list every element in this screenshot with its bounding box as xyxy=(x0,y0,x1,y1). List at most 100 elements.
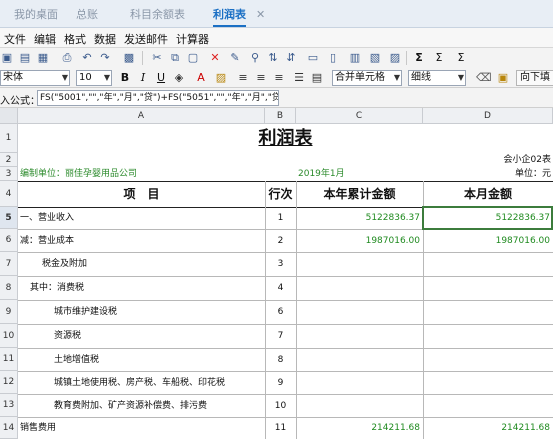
menu-edit[interactable]: 编辑 xyxy=(34,31,56,47)
tab-desktop[interactable]: 我的桌面 xyxy=(14,5,58,27)
sum-row-icon[interactable]: Σ xyxy=(454,51,468,65)
line-cell[interactable]: 11 xyxy=(265,418,296,439)
item-cell[interactable]: 销售费用 xyxy=(20,418,260,439)
tab-income-statement[interactable]: 利润表 xyxy=(213,5,246,27)
tab-account-balance[interactable]: 科目余额表 xyxy=(130,5,185,27)
month-cell[interactable] xyxy=(423,325,550,348)
item-cell[interactable]: 城镇土地使用税、房产税、车船税、印花税 xyxy=(54,372,264,394)
wrap-icon[interactable]: ▤ xyxy=(310,71,324,85)
menu-calculator[interactable]: 计算器 xyxy=(176,31,209,47)
save-icon[interactable]: ▣ xyxy=(0,51,14,65)
paste-icon[interactable]: ▢ xyxy=(186,51,200,65)
row-header-11[interactable]: 11 xyxy=(0,348,18,371)
ytd-cell[interactable] xyxy=(296,277,420,300)
sort-descending-icon[interactable]: ⇵ xyxy=(284,51,298,65)
row-header-2[interactable]: 2 xyxy=(0,153,18,167)
formula-input[interactable]: FS("5001","","年","月","贷")+FS("5051","","… xyxy=(37,90,279,106)
grid-icon[interactable]: ▩ xyxy=(122,51,136,65)
eraser-icon[interactable]: ⌫ xyxy=(476,71,492,85)
item-cell[interactable]: 教育费附加、矿产资源补偿费、排污费 xyxy=(54,395,264,417)
month-cell[interactable] xyxy=(423,395,550,417)
ytd-cell[interactable] xyxy=(296,349,420,371)
close-tab-icon[interactable]: ✕ xyxy=(256,5,265,25)
ytd-cell[interactable] xyxy=(296,395,420,417)
align-left-icon[interactable]: ≡ xyxy=(236,71,250,85)
find-icon[interactable]: ⚲ xyxy=(248,51,262,65)
bold-button[interactable]: B xyxy=(118,71,132,85)
row-header-10[interactable]: 10 xyxy=(0,324,18,348)
lock-icon[interactable]: ▣ xyxy=(496,71,510,85)
row-header-13[interactable]: 13 xyxy=(0,394,18,417)
month-cell[interactable] xyxy=(423,277,550,300)
ytd-cell[interactable] xyxy=(296,372,420,394)
ytd-cell[interactable] xyxy=(296,301,420,324)
month-cell[interactable] xyxy=(423,349,550,371)
ytd-cell[interactable]: 214211.68 xyxy=(296,418,420,439)
menu-data[interactable]: 数据 xyxy=(94,31,116,47)
font-size-select[interactable]: 10 ▼ xyxy=(76,70,112,86)
row-header-12[interactable]: 12 xyxy=(0,371,18,394)
line-cell[interactable]: 10 xyxy=(265,395,296,417)
merge-cells-select[interactable]: 合并单元格 ▼ xyxy=(332,70,402,86)
ytd-cell[interactable] xyxy=(296,253,420,276)
column-header-b[interactable]: B xyxy=(265,108,296,124)
preview-icon[interactable]: ▦ xyxy=(36,51,50,65)
fill-down-button[interactable]: 向下填 xyxy=(516,70,553,86)
ytd-cell[interactable] xyxy=(296,325,420,348)
delete-icon[interactable]: ✕ xyxy=(208,51,222,65)
column-header-c[interactable]: C xyxy=(296,108,423,124)
item-cell[interactable]: 减：营业成本 xyxy=(20,230,260,252)
highlight-icon[interactable]: ▨ xyxy=(214,71,228,85)
item-cell[interactable]: 一、营业收入 xyxy=(20,208,260,229)
row-header-1[interactable]: 1 xyxy=(0,124,18,153)
copy-icon[interactable]: ⧉ xyxy=(168,51,182,65)
font-name-select[interactable]: 宋体 ▼ xyxy=(0,70,70,86)
month-cell[interactable] xyxy=(423,301,550,324)
column-header-d[interactable]: D xyxy=(423,108,553,124)
select-all-corner[interactable] xyxy=(0,108,18,124)
row-header-5[interactable]: 5 xyxy=(0,207,18,229)
underline-button[interactable]: U xyxy=(154,71,168,85)
row-header-7[interactable]: 7 xyxy=(0,252,18,276)
line-cell[interactable]: 3 xyxy=(265,253,296,276)
fill-color-icon[interactable]: ◈ xyxy=(172,71,186,85)
redo-icon[interactable]: ↷ xyxy=(98,51,112,65)
item-cell[interactable]: 土地增值税 xyxy=(54,349,262,371)
row-header-4[interactable]: 4 xyxy=(0,181,18,207)
open-icon[interactable]: ▤ xyxy=(18,51,32,65)
align-right-icon[interactable]: ≡ xyxy=(272,71,286,85)
column-header-a[interactable]: A xyxy=(18,108,265,124)
row-header-3[interactable]: 3 xyxy=(0,167,18,181)
menu-send-mail[interactable]: 发送邮件 xyxy=(124,31,168,47)
item-cell[interactable]: 其中：消费税 xyxy=(30,277,260,300)
sum-icon[interactable]: Σ xyxy=(412,51,426,65)
clipboard-icon[interactable]: ▧ xyxy=(368,51,382,65)
cut-icon[interactable]: ✂ xyxy=(150,51,164,65)
line-cell[interactable]: 4 xyxy=(265,277,296,300)
menu-file[interactable]: 文件 xyxy=(4,31,26,47)
align-center-icon[interactable]: ≡ xyxy=(254,71,268,85)
ytd-cell[interactable]: 1987016.00 xyxy=(296,230,420,252)
format-brush-icon[interactable]: ✎ xyxy=(228,51,242,65)
line-cell[interactable]: 8 xyxy=(265,349,296,371)
font-color-icon[interactable]: A xyxy=(194,71,208,85)
insert-row-icon[interactable]: ▭ xyxy=(306,51,320,65)
insert-col-icon[interactable]: ▯ xyxy=(326,51,340,65)
month-cell[interactable]: 214211.68 xyxy=(423,418,550,439)
line-cell[interactable]: 1 xyxy=(265,208,296,229)
line-cell[interactable]: 7 xyxy=(265,325,296,348)
ytd-cell[interactable]: 5122836.37 xyxy=(296,208,420,229)
line-cell[interactable]: 9 xyxy=(265,372,296,394)
undo-icon[interactable]: ↶ xyxy=(80,51,94,65)
justify-icon[interactable]: ☰ xyxy=(292,71,306,85)
sort-ascending-icon[interactable]: ⇅ xyxy=(266,51,280,65)
menu-format[interactable]: 格式 xyxy=(64,31,86,47)
item-cell[interactable]: 税金及附加 xyxy=(42,253,262,276)
row-header-14[interactable]: 14 xyxy=(0,417,18,439)
sum-col-icon[interactable]: Σ xyxy=(432,51,446,65)
print-icon[interactable]: ⎙ xyxy=(60,51,74,65)
spreadsheet-grid[interactable]: A B C D 1 2 3 4 5 6 7 8 9 10 11 12 13 14… xyxy=(0,108,553,439)
item-cell[interactable]: 城市维护建设税 xyxy=(54,301,262,324)
paste-special-icon[interactable]: ▥ xyxy=(348,51,362,65)
month-cell[interactable] xyxy=(423,372,550,394)
